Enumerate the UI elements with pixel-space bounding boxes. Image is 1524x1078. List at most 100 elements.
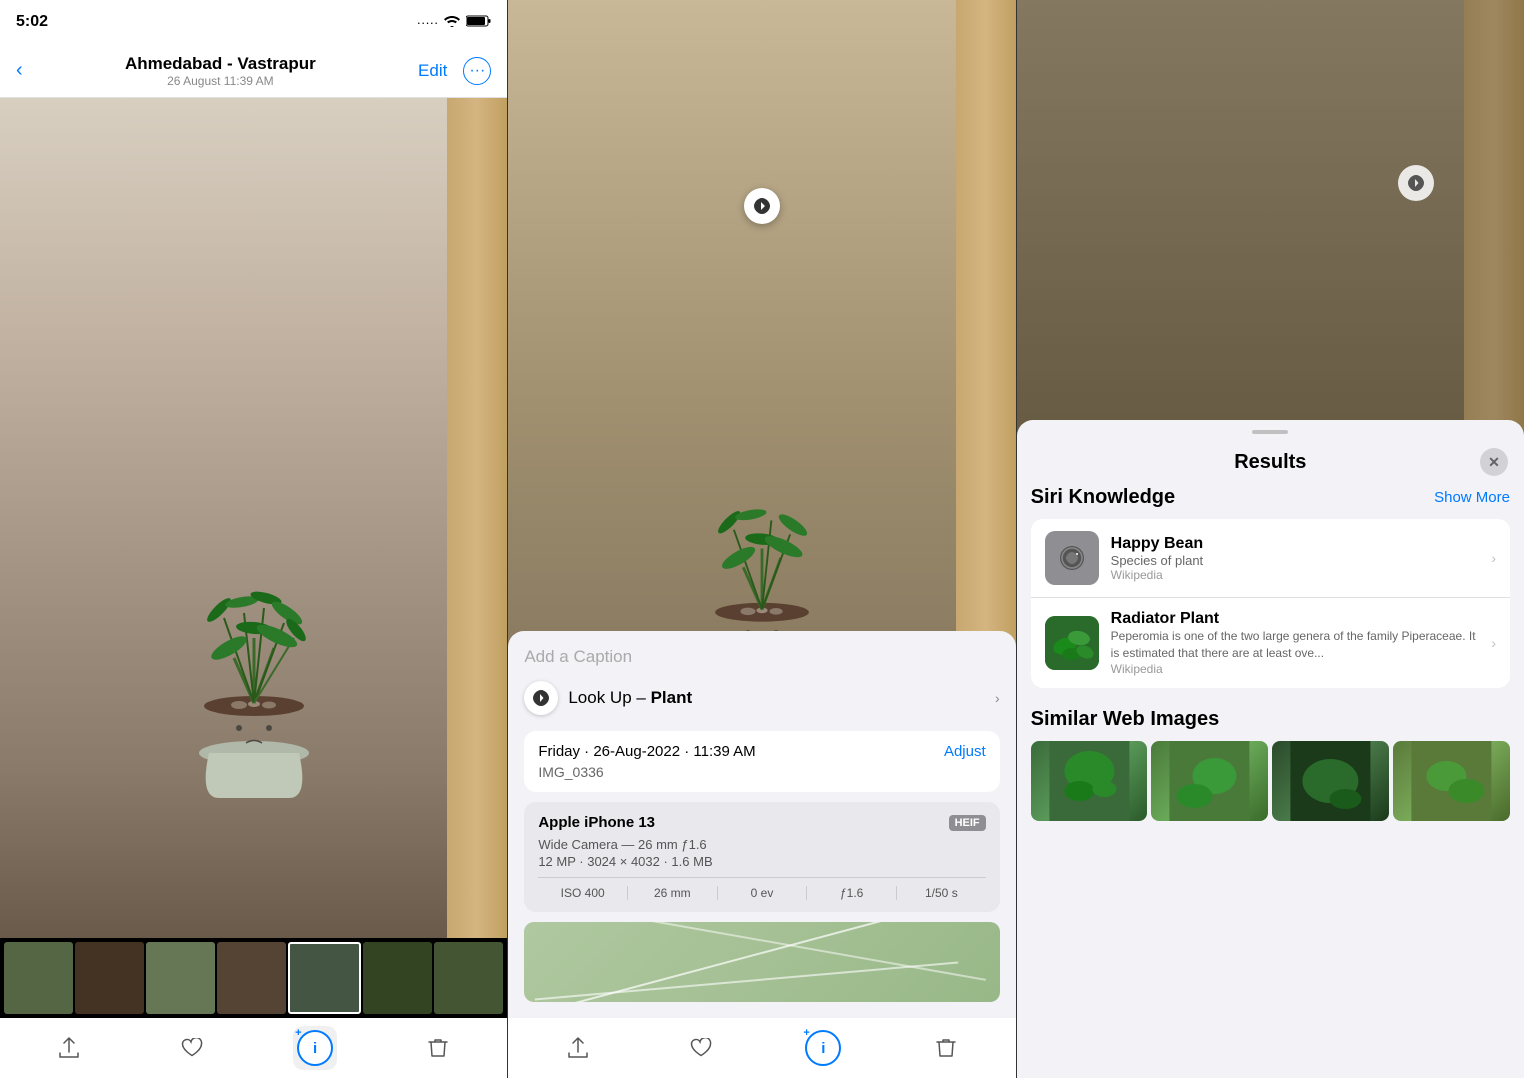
photo-view bbox=[0, 98, 507, 938]
toolbar-2: + i bbox=[508, 1018, 1015, 1078]
radiator-plant-thumb bbox=[1045, 616, 1099, 670]
visual-lookup-icon[interactable] bbox=[744, 188, 780, 224]
knowledge-item-radiator-plant[interactable]: Radiator Plant Peperomia is one of the t… bbox=[1031, 597, 1510, 688]
strip-thumb-2[interactable] bbox=[75, 942, 144, 1014]
nav-actions: Edit ··· bbox=[418, 57, 491, 85]
info-button[interactable]: + i bbox=[293, 1026, 337, 1070]
show-more-button[interactable]: Show More bbox=[1434, 489, 1510, 506]
nav-title-sub: 26 August 11:39 AM bbox=[125, 74, 316, 88]
lookup-label: Look Up – bbox=[568, 688, 646, 707]
status-time: 5:02 bbox=[16, 13, 48, 31]
info-icon: + i bbox=[297, 1030, 333, 1066]
back-button[interactable]: ‹ bbox=[16, 59, 23, 82]
lookup-row[interactable]: Look Up – Plant › bbox=[524, 681, 999, 715]
signal-icon: ····· bbox=[417, 15, 439, 30]
share-button-2[interactable] bbox=[556, 1026, 600, 1070]
status-bar: 5:02 ····· bbox=[0, 0, 507, 44]
delete-button[interactable] bbox=[416, 1026, 460, 1070]
results-title: Results bbox=[1061, 451, 1480, 474]
strip-thumb-7[interactable] bbox=[434, 942, 503, 1014]
radiator-plant-chevron-icon: › bbox=[1491, 635, 1496, 651]
knowledge-item-happy-bean[interactable]: Happy Bean Species of plant Wikipedia › bbox=[1031, 519, 1510, 597]
similar-images-grid bbox=[1031, 741, 1510, 821]
happy-bean-info: Happy Bean Species of plant Wikipedia bbox=[1111, 535, 1480, 582]
nav-title-main: Ahmedabad - Vastrapur bbox=[125, 54, 316, 74]
lookup-text: Look Up – Plant bbox=[568, 688, 692, 708]
lookup-value: Plant bbox=[651, 688, 693, 707]
siri-section-header: Siri Knowledge Show More bbox=[1031, 486, 1510, 509]
meta-date: Friday · 26-Aug-2022 · 11:39 AM bbox=[538, 743, 755, 760]
plus-decoration: + bbox=[295, 1027, 301, 1039]
visual-lookup-small-icon bbox=[524, 681, 558, 715]
photo-strip[interactable] bbox=[0, 938, 507, 1018]
info-button-2[interactable]: + i bbox=[801, 1026, 845, 1070]
lookup-chevron-icon: › bbox=[995, 690, 1000, 706]
radiator-plant-source: Wikipedia bbox=[1111, 662, 1480, 676]
status-icons: ····· bbox=[417, 15, 492, 30]
visual-lookup-overlay-icon bbox=[1398, 165, 1434, 201]
radiator-plant-desc: Peperomia is one of the two large genera… bbox=[1111, 628, 1480, 662]
camera-detail: Wide Camera — 26 mm ƒ1.6 bbox=[538, 837, 985, 852]
delete-button-2[interactable] bbox=[924, 1026, 968, 1070]
info-card: Add a Caption Look Up – Plant › Friday ·… bbox=[508, 631, 1015, 1018]
exif-iso: ISO 400 bbox=[538, 886, 628, 900]
adjust-button[interactable]: Adjust bbox=[944, 743, 986, 760]
similar-image-3[interactable] bbox=[1272, 741, 1389, 821]
strip-thumb-3[interactable] bbox=[146, 942, 215, 1014]
similar-images-section: Similar Web Images bbox=[1017, 698, 1524, 821]
similar-image-2[interactable] bbox=[1151, 741, 1268, 821]
panel-results: Results ✕ Siri Knowledge Show More Happy… bbox=[1017, 0, 1524, 1078]
toolbar: + i bbox=[0, 1018, 507, 1078]
device-section: Apple iPhone 13 HEIF Wide Camera — 26 mm… bbox=[524, 802, 999, 912]
mp-detail: 12 MP · 3024 × 4032 · 1.6 MB bbox=[538, 854, 985, 869]
panel-photos: 5:02 ····· ‹ Ahmedabad - Vastrapur 26 Au… bbox=[0, 0, 507, 1078]
more-button[interactable]: ··· bbox=[463, 57, 491, 85]
happy-bean-chevron-icon: › bbox=[1491, 550, 1496, 566]
device-row: Apple iPhone 13 HEIF bbox=[538, 814, 985, 831]
radiator-plant-name: Radiator Plant bbox=[1111, 610, 1480, 628]
plant-image bbox=[174, 518, 334, 798]
strip-thumb-6[interactable] bbox=[363, 942, 432, 1014]
wood-shelf bbox=[447, 98, 507, 938]
siri-knowledge-section: Siri Knowledge Show More Happy Bean Spec… bbox=[1017, 486, 1524, 698]
info-icon-2: + i bbox=[805, 1030, 841, 1066]
exif-shutter: 1/50 s bbox=[897, 886, 986, 900]
wifi-icon bbox=[444, 15, 460, 30]
i-letter: i bbox=[313, 1040, 317, 1057]
nav-title: Ahmedabad - Vastrapur 26 August 11:39 AM bbox=[125, 54, 316, 88]
knowledge-card: Happy Bean Species of plant Wikipedia › … bbox=[1031, 519, 1510, 688]
similar-image-1[interactable] bbox=[1031, 741, 1148, 821]
share-button[interactable] bbox=[47, 1026, 91, 1070]
meta-section: Friday · 26-Aug-2022 · 11:39 AM Adjust I… bbox=[524, 731, 999, 792]
more-icon: ··· bbox=[469, 62, 485, 80]
favorite-button-2[interactable] bbox=[679, 1026, 723, 1070]
edit-button[interactable]: Edit bbox=[418, 61, 447, 81]
exif-ev: 0 ev bbox=[718, 886, 808, 900]
siri-knowledge-title: Siri Knowledge bbox=[1031, 486, 1175, 509]
favorite-button[interactable] bbox=[170, 1026, 214, 1070]
plus-deco-2: + bbox=[803, 1027, 809, 1039]
map-preview[interactable] bbox=[524, 922, 999, 1002]
happy-bean-subtitle: Species of plant bbox=[1111, 553, 1480, 568]
panel-info: Add a Caption Look Up – Plant › Friday ·… bbox=[508, 0, 1015, 1078]
sheet-header: Results ✕ bbox=[1017, 434, 1524, 486]
similar-section-header: Similar Web Images bbox=[1031, 708, 1510, 731]
strip-thumb-1[interactable] bbox=[4, 942, 73, 1014]
device-name: Apple iPhone 13 bbox=[538, 814, 655, 831]
happy-bean-source: Wikipedia bbox=[1111, 568, 1480, 582]
happy-bean-thumb bbox=[1045, 531, 1099, 585]
heif-badge: HEIF bbox=[949, 815, 986, 831]
exif-focal: 26 mm bbox=[628, 886, 718, 900]
nav-bar: ‹ Ahmedabad - Vastrapur 26 August 11:39 … bbox=[0, 44, 507, 98]
battery-icon bbox=[466, 15, 491, 30]
meta-filename: IMG_0336 bbox=[538, 764, 985, 780]
caption-field[interactable]: Add a Caption bbox=[524, 647, 999, 667]
happy-bean-name: Happy Bean bbox=[1111, 535, 1480, 553]
close-button[interactable]: ✕ bbox=[1480, 448, 1508, 476]
strip-thumb-4[interactable] bbox=[217, 942, 286, 1014]
similar-title: Similar Web Images bbox=[1031, 708, 1220, 731]
similar-image-4[interactable] bbox=[1393, 741, 1510, 821]
strip-thumb-5[interactable] bbox=[288, 942, 361, 1014]
results-sheet: Results ✕ Siri Knowledge Show More Happy… bbox=[1017, 420, 1524, 1078]
exif-row: ISO 400 26 mm 0 ev ƒ1.6 1/50 s bbox=[538, 877, 985, 900]
